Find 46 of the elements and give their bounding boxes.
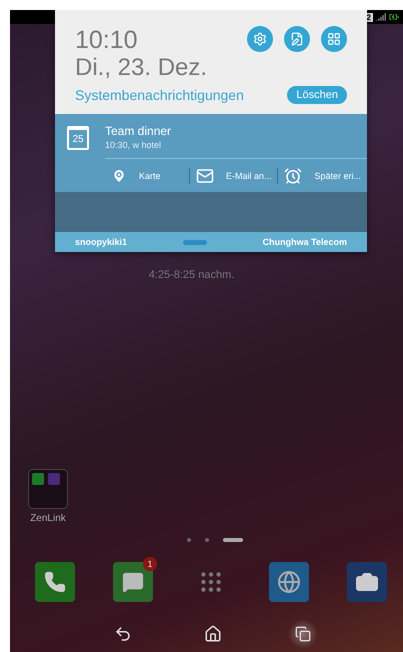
phone-icon [44, 571, 66, 593]
notification-action[interactable]: E-Mail an... [188, 168, 278, 184]
page-indicator[interactable] [222, 538, 242, 542]
recent-apps-button[interactable] [288, 619, 318, 649]
folder-label: ZenLink [29, 513, 67, 524]
notification-card[interactable]: 25 Team dinner 10:30, w hotel Karte E-Mail an... Später eri... [55, 114, 367, 192]
back-icon [114, 625, 132, 643]
grid-icon [327, 32, 341, 46]
notification-action[interactable]: Später eri... [277, 168, 367, 184]
page-indicator[interactable] [186, 538, 190, 542]
camera-icon [355, 570, 379, 594]
calendar-icon: 25 [67, 126, 89, 150]
clear-button[interactable]: Löschen [287, 86, 347, 104]
settings-button[interactable] [247, 26, 273, 52]
alarm-clock-icon [284, 166, 302, 184]
app-icon [48, 473, 60, 485]
browser-app-button[interactable] [269, 562, 309, 602]
note-edit-icon [290, 32, 304, 46]
app-icon [32, 473, 44, 485]
widget-time-range: 4:25-8:25 nachm. [148, 269, 234, 281]
section-title: Systembenachrichtigungen [75, 87, 244, 103]
app-folder[interactable] [28, 469, 68, 509]
chat-bubble-icon [122, 571, 144, 593]
notification-action[interactable]: Karte [105, 168, 189, 184]
mail-icon [196, 166, 214, 184]
grid-button[interactable] [321, 26, 347, 52]
account-name: snoopykiki1 [75, 237, 128, 247]
unread-badge: 1 [143, 557, 157, 571]
home-icon [204, 625, 222, 643]
carrier-name: Chunghwa Telecom [262, 237, 347, 247]
notification-subtitle: 10:30, w hotel [105, 140, 367, 159]
recent-apps-icon [294, 626, 310, 642]
date-text: Di., 23. Dez. [75, 54, 208, 82]
map-pin-icon [111, 168, 127, 184]
note-edit-button[interactable] [284, 26, 310, 52]
messages-app-button[interactable] [113, 562, 153, 602]
notification-title: Team dinner [105, 124, 172, 138]
globe-icon [277, 570, 301, 594]
signal-icon [376, 12, 386, 22]
page-indicator[interactable] [204, 538, 208, 542]
battery-icon [389, 12, 399, 22]
clock-time: 10:10 [75, 26, 138, 54]
settings-icon [253, 32, 267, 46]
phone-app-button[interactable] [35, 562, 75, 602]
camera-app-button[interactable] [347, 562, 387, 602]
drag-handle[interactable] [182, 240, 207, 244]
